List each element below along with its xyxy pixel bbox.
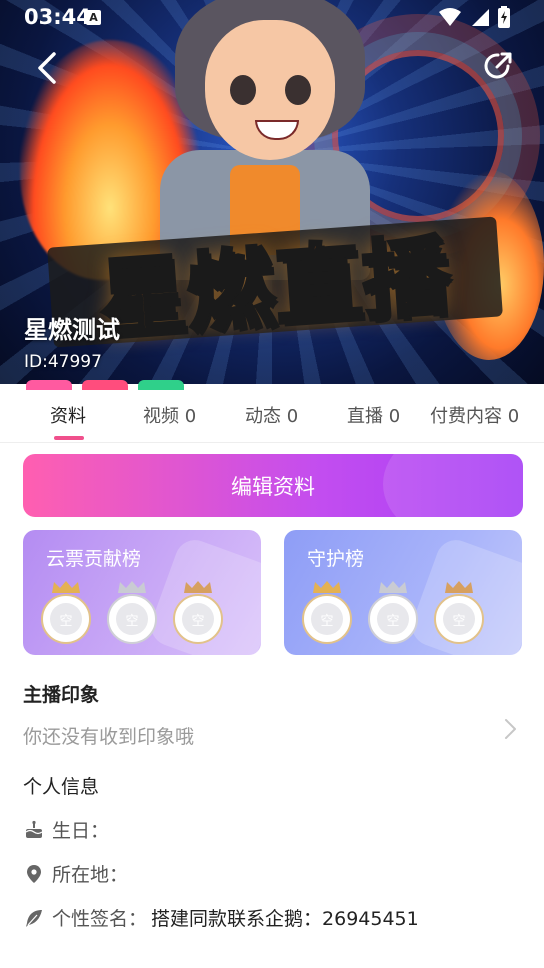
silver-crown-icon (118, 581, 146, 593)
ranking-title: 云票贡献榜 (46, 548, 142, 570)
wifi-icon (439, 8, 461, 26)
tab-paid-content[interactable]: 付费内容 0 (430, 402, 519, 428)
rank-slot-1: 空 (302, 580, 352, 646)
bronze-crown-icon (445, 581, 473, 593)
battery-icon (498, 6, 510, 28)
rank-slot-2: 空 (107, 580, 157, 646)
birthday-label: 生日： (52, 820, 110, 842)
status-bar: 03:44 A (0, 0, 544, 34)
cellular-signal-icon (472, 9, 489, 26)
empty-slot-label: 空 (182, 603, 214, 635)
edit-profile-label: 编辑资料 (231, 474, 315, 499)
guard-ranking-card[interactable]: 守护榜 空 空 空 (284, 530, 522, 655)
edit-profile-button[interactable]: 编辑资料 (23, 454, 523, 517)
gold-crown-icon (313, 581, 341, 593)
notification-icon: A (86, 10, 101, 25)
impressions-title: 主播印象 (23, 684, 100, 706)
empty-slot-label: 空 (443, 603, 475, 635)
silver-crown-icon (379, 581, 407, 593)
status-badge (138, 380, 184, 390)
signature-row: 个性签名： 搭建同款联系企鹅：26945451 (24, 904, 419, 931)
location-label: 所在地： (52, 864, 129, 886)
gold-crown-icon (52, 581, 80, 593)
share-icon[interactable] (480, 48, 516, 84)
signature-label: 个性签名： (52, 908, 148, 930)
bronze-crown-icon (184, 581, 212, 593)
ticket-contribution-ranking-card[interactable]: 云票贡献榜 空 空 空 (23, 530, 261, 655)
location-pin-icon (24, 864, 44, 884)
user-name: 星燃测试 (24, 316, 120, 344)
vip-badge (82, 380, 128, 390)
personal-info-title: 个人信息 (23, 776, 100, 798)
empty-slot-label: 空 (116, 603, 148, 635)
rank-slot-3: 空 (173, 580, 223, 646)
empty-slot-label: 空 (311, 603, 343, 635)
rank-slot-1: 空 (41, 580, 91, 646)
feather-icon (24, 908, 44, 928)
tab-moments[interactable]: 动态 0 (245, 402, 298, 428)
empty-slot-label: 空 (377, 603, 409, 635)
status-time: 03:44 (24, 5, 91, 29)
ranking-title: 守护榜 (307, 548, 365, 570)
user-id: ID:47997 (24, 352, 102, 372)
tab-profile[interactable]: 资料 (50, 402, 86, 428)
back-arrow-icon[interactable] (30, 50, 66, 86)
birthday-row: 生日： (24, 816, 109, 843)
user-badges (26, 380, 184, 390)
rank-slot-2: 空 (368, 580, 418, 646)
level-badge (26, 380, 72, 390)
location-row: 所在地： (24, 860, 128, 887)
tab-videos[interactable]: 视频 0 (143, 402, 196, 428)
chevron-right-icon[interactable] (502, 718, 518, 740)
cake-icon (24, 820, 44, 840)
tab-live[interactable]: 直播 0 (347, 402, 400, 428)
rank-slot-3: 空 (434, 580, 484, 646)
profile-tabs: 资料 视频 0 动态 0 直播 0 付费内容 0 (0, 384, 544, 443)
impressions-empty-text[interactable]: 你还没有收到印象哦 (23, 722, 194, 749)
empty-slot-label: 空 (50, 603, 82, 635)
tab-active-indicator (54, 436, 84, 440)
signature-value: 搭建同款联系企鹅：26945451 (151, 908, 419, 930)
